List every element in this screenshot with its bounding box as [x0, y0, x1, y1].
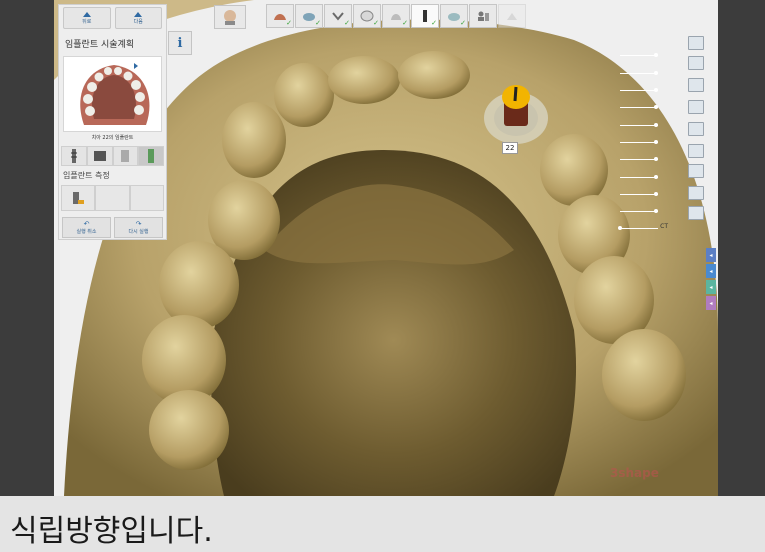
- layer-icon-6[interactable]: [688, 144, 704, 158]
- slider-knob[interactable]: [654, 175, 658, 179]
- panel-title: 임플란트 시술계획: [65, 40, 135, 50]
- workflow-step-tooth[interactable]: ✓: [324, 4, 352, 28]
- workflow-step-person[interactable]: [469, 4, 497, 28]
- info-button[interactable]: i: [168, 31, 192, 55]
- check-icon: ✓: [402, 19, 408, 27]
- visibility-slider-4[interactable]: [614, 103, 664, 111]
- layer-icon-7[interactable]: [688, 164, 704, 178]
- jaw-thumbnail-image: [80, 63, 150, 125]
- slider-knob[interactable]: [654, 105, 658, 109]
- slider-knob[interactable]: [654, 209, 658, 213]
- collapsed-color-tabs: ◂ ◂ ◂ ◂: [706, 248, 716, 312]
- visibility-slider-6[interactable]: [614, 138, 664, 146]
- layer-icon-1[interactable]: [688, 36, 704, 50]
- caption-text: 식립방향입니다.: [10, 514, 213, 549]
- tab-steel[interactable]: ◂: [706, 264, 716, 278]
- ruler-icon: [73, 192, 85, 204]
- measure-slot-3[interactable]: [129, 185, 164, 211]
- measure-section-label: 임플란트 측정: [63, 171, 110, 180]
- implant-icon: [423, 10, 427, 22]
- sleeve-icon: [121, 150, 130, 162]
- slider-knob[interactable]: [654, 192, 658, 196]
- next-label: 다음: [133, 18, 143, 25]
- slider-knob[interactable]: [654, 53, 658, 57]
- next-button[interactable]: 다음: [114, 7, 162, 29]
- check-icon: ✓: [315, 19, 321, 27]
- redo-icon: ↷: [135, 220, 142, 228]
- implant-tool-button[interactable]: [61, 146, 87, 166]
- slider-knob[interactable]: [654, 88, 658, 92]
- layer-icon-8[interactable]: [688, 186, 704, 200]
- redo-button[interactable]: ↷ 다시 실행: [114, 217, 163, 238]
- jaw-thumbnail[interactable]: [63, 56, 162, 132]
- workflow-step-align[interactable]: ✓: [295, 4, 323, 28]
- undo-button[interactable]: ↶ 실행 취소: [62, 217, 111, 238]
- abutment-tool-button[interactable]: [86, 146, 113, 166]
- sleeve-tool-button[interactable]: [112, 146, 139, 166]
- visibility-slider-9[interactable]: [614, 190, 664, 198]
- workflow-step-implant[interactable]: ✓: [411, 4, 439, 28]
- undo-label: 실행 취소: [76, 229, 97, 235]
- next-arrow-icon: [134, 11, 143, 17]
- patient-avatar-button[interactable]: [214, 5, 246, 29]
- workflow-step-scan[interactable]: ✓: [266, 4, 294, 28]
- right-margin: [718, 0, 765, 496]
- check-icon: ✓: [460, 19, 466, 27]
- patient-face-icon: [224, 10, 236, 25]
- layer-icon-4[interactable]: [688, 100, 704, 114]
- export-icon: [507, 13, 517, 20]
- check-icon: ✓: [286, 19, 292, 27]
- ct-label: CT: [660, 223, 668, 230]
- slider-knob[interactable]: [654, 140, 658, 144]
- workflow-step-crown[interactable]: ✓: [353, 4, 381, 28]
- slider-knob[interactable]: [618, 226, 622, 230]
- thumbnail-caption: 치아 22의 임플란트: [91, 135, 134, 141]
- guide-tool-button[interactable]: [138, 146, 164, 166]
- check-icon: ✓: [373, 19, 379, 27]
- redo-label: 다시 실행: [128, 229, 149, 235]
- tab-purple[interactable]: ◂: [706, 296, 716, 310]
- undo-icon: ↶: [83, 220, 90, 228]
- measure-tool-button[interactable]: [61, 185, 96, 211]
- workflow-step-sleeve[interactable]: ✓: [440, 4, 468, 28]
- layer-icon-3[interactable]: [688, 78, 704, 92]
- back-arrow-icon: [82, 11, 91, 17]
- info-icon: i: [177, 35, 183, 51]
- visibility-slider-10[interactable]: [614, 207, 664, 215]
- visibility-slider-7[interactable]: [614, 155, 664, 163]
- visibility-slider-2[interactable]: [614, 69, 664, 77]
- implant-planning-panel: 뒤로 다음 임플란트 시술계획 치아 22의 임플란트 임플란트 측정 ↶ 실행…: [58, 4, 167, 240]
- visibility-slider-5[interactable]: [614, 121, 664, 129]
- workflow-step-guide[interactable]: ✓: [382, 4, 410, 28]
- back-button[interactable]: 뒤로: [63, 7, 111, 29]
- layer-icon-2[interactable]: [688, 56, 704, 70]
- check-icon: ✓: [344, 19, 350, 27]
- workflow-toolbar: ✓ ✓ ✓ ✓ ✓ ✓ ✓: [266, 4, 526, 28]
- visibility-slider-1[interactable]: [614, 51, 664, 59]
- back-label: 뒤로: [82, 18, 92, 25]
- left-margin: [0, 0, 54, 496]
- workflow-step-export[interactable]: [498, 4, 526, 28]
- brand-logo: 3shape: [610, 466, 659, 480]
- abutment-icon: [93, 151, 106, 161]
- visibility-slider-8[interactable]: [614, 173, 664, 181]
- slider-knob[interactable]: [654, 123, 658, 127]
- layer-icon-9[interactable]: [688, 206, 704, 220]
- tab-teal[interactable]: ◂: [706, 280, 716, 294]
- slider-knob[interactable]: [654, 71, 658, 75]
- slider-knob[interactable]: [654, 157, 658, 161]
- person-icon: [478, 11, 489, 21]
- layer-icon-5[interactable]: [688, 122, 704, 136]
- guide-screw-icon: [148, 149, 155, 163]
- caption-bar: 식립방향입니다.: [0, 496, 765, 552]
- visibility-slider-3[interactable]: [614, 86, 664, 94]
- tab-blue[interactable]: ◂: [706, 248, 716, 262]
- measure-slot-2[interactable]: [95, 185, 130, 211]
- check-icon: ✓: [431, 19, 437, 27]
- implant-tooth-label: 22: [502, 142, 518, 154]
- implant-screw-icon: [70, 149, 77, 163]
- ct-slider[interactable]: CT: [614, 223, 668, 232]
